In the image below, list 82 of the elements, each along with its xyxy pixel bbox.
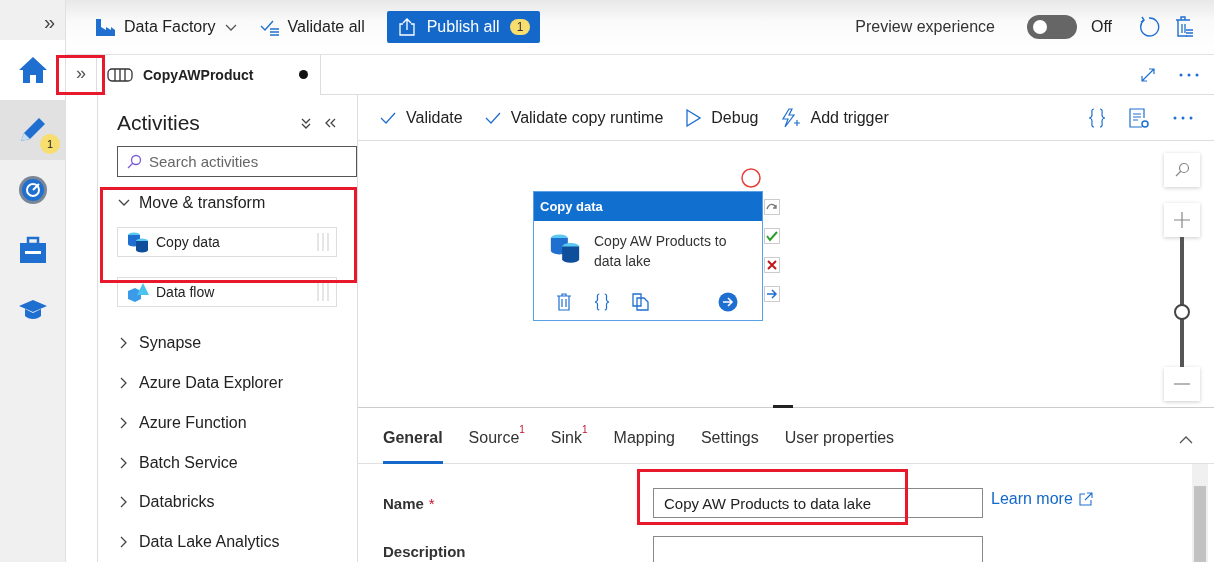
- field-label: Description: [383, 542, 467, 560]
- chevron-down-icon: [223, 22, 238, 32]
- toggle-state: Off: [1090, 18, 1112, 36]
- copy-icon[interactable]: [632, 293, 650, 311]
- properties-tab[interactable]: Settings: [700, 415, 759, 464]
- factory-icon: [94, 17, 116, 37]
- category-item[interactable]: Azure Function: [117, 402, 337, 443]
- input-field[interactable]: Copy AW Products to data lake: [653, 488, 983, 518]
- slider-thumb[interactable]: [1174, 304, 1190, 321]
- nav-item[interactable]: 1: [0, 100, 65, 160]
- activity-item[interactable]: Copy data: [117, 226, 337, 258]
- minus-icon: [1173, 382, 1191, 386]
- preview-toggle[interactable]: [1026, 15, 1077, 39]
- upload-icon: [396, 17, 417, 37]
- search-icon: [1174, 162, 1190, 178]
- code-braces-icon[interactable]: [594, 293, 610, 311]
- publish-all-button[interactable]: Publish all 1: [386, 11, 541, 43]
- nav-item[interactable]: [0, 40, 65, 100]
- lightning-icon: [780, 107, 801, 128]
- activity-name: Copy AW Products to data lake: [594, 232, 728, 271]
- scrollbar[interactable]: [1192, 464, 1208, 562]
- properties-tab[interactable]: General: [383, 415, 443, 464]
- validate-all-button[interactable]: Validate all: [259, 18, 365, 36]
- toolbox-icon: [17, 235, 48, 265]
- checklist-icon: [259, 18, 280, 36]
- search-icon: [126, 154, 142, 171]
- gauge-icon: [17, 175, 48, 205]
- toolbar-button[interactable]: Add trigger: [780, 107, 889, 128]
- properties-icon[interactable]: [1128, 106, 1150, 129]
- more-icon[interactable]: [1178, 71, 1200, 78]
- category-item[interactable]: Move & transform: [117, 183, 337, 223]
- pipeline-icon: [107, 66, 133, 83]
- arrow-circle-icon[interactable]: [718, 292, 738, 312]
- input-field[interactable]: [653, 536, 983, 562]
- completion-port-icon[interactable]: [764, 286, 780, 302]
- panel-title: Activities: [117, 110, 201, 135]
- factory-selector[interactable]: Data Factory: [94, 17, 238, 37]
- database-copy-icon: [126, 231, 150, 254]
- expand-panel-button[interactable]: »: [66, 55, 97, 94]
- category-item[interactable]: Azure Data Explorer: [117, 363, 337, 403]
- resize-handle[interactable]: [773, 405, 793, 408]
- pipeline-tab[interactable]: CopyAWProduct: [107, 54, 321, 95]
- plus-icon: [1173, 211, 1191, 229]
- drag-handle-icon[interactable]: [316, 282, 330, 303]
- failure-port-icon[interactable]: [764, 257, 780, 273]
- toolbar-button[interactable]: Validate copy runtime: [484, 108, 664, 127]
- expand-menu-button[interactable]: »: [43, 10, 55, 40]
- drag-handle-icon[interactable]: [316, 232, 330, 253]
- activity-node[interactable]: Copy data Copy AW Products to data lake: [533, 191, 763, 321]
- search-field[interactable]: Search activities: [117, 146, 357, 178]
- highlight-frame: [56, 55, 105, 95]
- learn-more-link[interactable]: Learn more: [991, 490, 1093, 508]
- properties-tab[interactable]: User properties: [784, 415, 895, 464]
- category-item[interactable]: Data Lake Analytics: [117, 522, 337, 562]
- chevron-up-icon[interactable]: [1178, 434, 1194, 445]
- more-icon[interactable]: [1172, 114, 1194, 121]
- properties-tab[interactable]: Sink$^{1}$: [550, 415, 588, 464]
- refresh-icon[interactable]: [1138, 16, 1160, 38]
- external-link-icon: [1078, 492, 1093, 506]
- category-item[interactable]: Databricks: [117, 482, 337, 523]
- count-badge: 1: [40, 134, 60, 154]
- properties-tab[interactable]: Source$^{1}$: [468, 415, 525, 464]
- preview-label: Preview experience: [855, 18, 995, 36]
- skip-port-icon[interactable]: [764, 199, 780, 215]
- discard-icon[interactable]: [1174, 16, 1194, 38]
- toolbar-button[interactable]: Validate: [380, 108, 463, 127]
- checkmark-icon: [380, 110, 396, 125]
- data-flow-icon: [126, 281, 150, 304]
- delete-icon[interactable]: [556, 293, 572, 311]
- category-item[interactable]: Batch Service: [117, 442, 337, 483]
- activity-item[interactable]: Data flow: [117, 277, 337, 308]
- code-braces-icon[interactable]: [1088, 107, 1106, 128]
- expand-icon[interactable]: [1140, 66, 1156, 83]
- checkmark-icon: [484, 110, 501, 125]
- play-icon: [685, 108, 702, 127]
- toolbar-button[interactable]: Debug: [685, 108, 759, 127]
- zoom-fit-button[interactable]: [1164, 153, 1200, 187]
- success-port-icon[interactable]: [764, 228, 780, 244]
- field-label: Name *: [383, 494, 436, 512]
- node-header: Copy data: [534, 192, 762, 221]
- properties-tab[interactable]: Mapping: [613, 415, 675, 464]
- category-item[interactable]: Synapse: [117, 323, 337, 364]
